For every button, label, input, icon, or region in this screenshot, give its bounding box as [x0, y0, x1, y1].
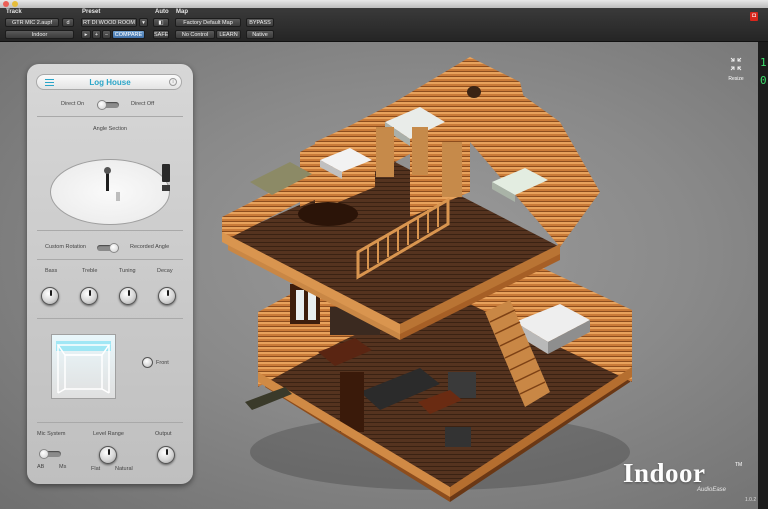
- compare-button[interactable]: COMPARE: [112, 30, 145, 39]
- preset-menu-button[interactable]: ▾: [139, 18, 148, 27]
- version-number: 1.0.2: [745, 497, 757, 503]
- learn-button[interactable]: LEARN: [216, 30, 241, 39]
- room-perspective-box[interactable]: [51, 334, 116, 399]
- level-range-knob[interactable]: [99, 446, 117, 464]
- bear-rug: [298, 202, 358, 226]
- speaker-icon[interactable]: [162, 164, 170, 182]
- insert-selector[interactable]: Indoor: [5, 30, 74, 39]
- control-panel: Log House i Direct On Direct Off Angle S…: [27, 64, 193, 484]
- bypass-button[interactable]: BYPASS: [246, 18, 274, 27]
- track-letter-button[interactable]: d: [62, 18, 74, 27]
- toggle-knob: [109, 243, 119, 253]
- toggle-knob: [97, 100, 107, 110]
- toggle-knob: [39, 449, 49, 459]
- decay-label: Decay: [157, 268, 173, 274]
- treble-knob[interactable]: [80, 287, 98, 305]
- divider: [37, 116, 183, 117]
- close-window-icon[interactable]: [3, 1, 9, 7]
- brand-name: AudioEase: [697, 487, 727, 493]
- divider: [37, 230, 183, 231]
- resize-label: Resize: [728, 76, 744, 82]
- preset-plus-button[interactable]: +: [92, 30, 101, 39]
- preset-arrow-button[interactable]: ▸: [81, 30, 91, 39]
- automation-button[interactable]: ◧: [153, 18, 169, 27]
- no-control-button[interactable]: No Control: [175, 30, 215, 39]
- room-title: Log House: [89, 78, 131, 87]
- tuning-label: Tuning: [119, 268, 136, 274]
- resize-icon: [730, 57, 742, 71]
- room-stage: 1 0 Resize Indoor TM AudioEase 1.0.2 Log…: [0, 42, 768, 509]
- safe-button[interactable]: SAFE: [153, 30, 169, 39]
- direct-off-label: Direct Off: [131, 101, 155, 107]
- bass-knob[interactable]: [41, 287, 59, 305]
- mic-system-toggle[interactable]: [39, 449, 61, 459]
- native-button[interactable]: Native: [246, 30, 274, 39]
- window-titlebar: [0, 0, 768, 8]
- level-range-label: Level Range: [93, 431, 124, 437]
- speaker-stand-icon: [162, 185, 170, 191]
- front-door: [340, 372, 364, 432]
- trademark-mark: TM: [735, 462, 743, 468]
- direct-on-label: Direct On: [61, 101, 85, 107]
- info-icon[interactable]: i: [169, 78, 177, 86]
- level-natural-label: Natural: [115, 466, 133, 472]
- angle-section-label: Angle Section: [93, 126, 127, 132]
- plugin-window: Track GTR MIC 2.aupf d Indoor Preset RT …: [0, 0, 768, 509]
- preset-label: Preset: [82, 9, 101, 15]
- tuning-knob[interactable]: [119, 287, 137, 305]
- record-enable-icon[interactable]: ◘: [750, 12, 758, 21]
- direct-toggle[interactable]: [97, 100, 119, 110]
- mic-system-label: Mic System: [37, 431, 66, 437]
- map-selector[interactable]: Factory Default Map: [175, 18, 241, 27]
- divider: [37, 259, 183, 260]
- decay-knob[interactable]: [158, 287, 176, 305]
- recorded-angle-label: Recorded Angle: [130, 244, 170, 250]
- custom-rotation-label: Custom Rotation: [45, 244, 86, 250]
- host-plugin-header: Track GTR MIC 2.aupf d Indoor Preset RT …: [0, 8, 768, 42]
- rotation-toggle[interactable]: [97, 243, 119, 253]
- room-cube-icon: [56, 341, 111, 394]
- indoor-logo: Indoor: [623, 458, 706, 488]
- map-label: Map: [176, 9, 188, 15]
- front-knob[interactable]: [142, 357, 153, 368]
- treble-label: Treble: [82, 268, 98, 274]
- preset-selector[interactable]: RT DI WOOD ROOM: [81, 18, 137, 27]
- mic-ms-label: Ms: [59, 464, 67, 470]
- divider: [37, 318, 183, 319]
- bass-label: Bass: [45, 268, 58, 274]
- track-selector[interactable]: GTR MIC 2.aupf: [5, 18, 59, 27]
- level-flat-label: Flat: [91, 466, 101, 472]
- minimize-window-icon[interactable]: [12, 1, 18, 7]
- output-knob[interactable]: [157, 446, 175, 464]
- track-label: Track: [6, 9, 22, 15]
- front-label: Front: [156, 360, 169, 366]
- divider: [37, 422, 183, 423]
- preset-minus-button[interactable]: −: [102, 30, 111, 39]
- microphone-head-icon: [104, 167, 111, 174]
- output-label: Output: [155, 431, 172, 437]
- room-selector[interactable]: Log House i: [36, 74, 182, 90]
- mic-shadow: [116, 192, 120, 201]
- auto-label: Auto: [155, 9, 169, 15]
- resize-button[interactable]: Resize: [726, 57, 746, 82]
- mic-ab-label: AB: [37, 464, 45, 470]
